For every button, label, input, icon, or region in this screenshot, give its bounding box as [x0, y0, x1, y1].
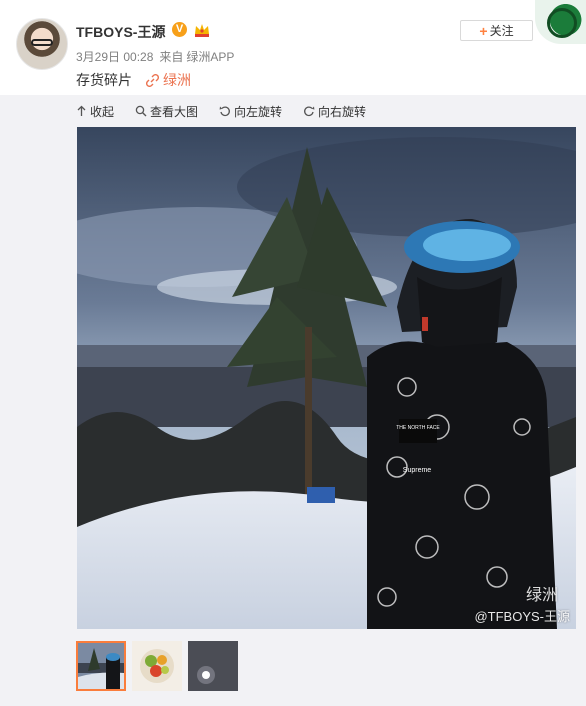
- post-text: 存货碎片: [76, 72, 132, 88]
- magnifier-icon: [135, 105, 147, 117]
- post-meta: 3月29日 00:28 来自 绿洲APP: [76, 48, 240, 65]
- crown-icon: [195, 24, 209, 37]
- rotate-right-button[interactable]: 向右旋转: [303, 103, 366, 120]
- corner-badge: [535, 0, 586, 44]
- post-link-label: 绿洲: [163, 72, 191, 88]
- rotate-right-label: 向右旋转: [318, 104, 367, 119]
- collapse-button[interactable]: 收起: [76, 103, 114, 120]
- view-large-label: 查看大图: [150, 104, 199, 119]
- rotate-left-icon: [219, 106, 230, 117]
- dark-thumb-image: [188, 641, 238, 691]
- snow-scene-image: THE NORTH FACE Supreme: [77, 127, 576, 629]
- post-date[interactable]: 3月29日 00:28: [76, 50, 153, 64]
- verified-badge-icon: V: [172, 22, 187, 37]
- post-photo[interactable]: THE NORTH FACE Supreme 绿洲 @TFBOYS-王源: [77, 127, 576, 629]
- follow-label: 关注: [489, 24, 514, 38]
- thumbnail-snow[interactable]: [76, 641, 126, 691]
- link-icon: [146, 73, 159, 87]
- brand-label-text: Supreme: [403, 467, 432, 474]
- thumbnail-strip: [76, 641, 244, 691]
- collapse-label: 收起: [90, 104, 115, 119]
- rotate-left-button[interactable]: 向左旋转: [219, 103, 282, 120]
- avatar[interactable]: [16, 18, 68, 70]
- plus-icon: +: [479, 22, 488, 39]
- rotate-left-label: 向左旋转: [234, 104, 283, 119]
- post-source[interactable]: 绿洲APP: [186, 50, 234, 64]
- follow-button[interactable]: + 关注: [460, 20, 533, 41]
- fruit-thumb-image: [132, 641, 182, 691]
- watermark-user: @TFBOYS-王源: [474, 609, 570, 624]
- watermark-app: 绿洲: [525, 587, 558, 604]
- snow-thumb-image: [78, 643, 124, 689]
- rotate-right-icon: [304, 106, 315, 117]
- post-link[interactable]: 绿洲: [146, 70, 191, 90]
- arrow-up-icon: [77, 105, 86, 116]
- source-prefix: 来自: [159, 50, 184, 64]
- brand-sign-text: THE NORTH FACE: [396, 425, 440, 431]
- user-name[interactable]: TFBOYS-王源: [76, 22, 165, 42]
- view-large-button[interactable]: 查看大图: [135, 103, 198, 120]
- media-toolbar: 收起 查看大图 向左旋转 向右旋转: [76, 103, 387, 119]
- thumbnail-fruit[interactable]: [132, 641, 182, 691]
- thumbnail-dark[interactable]: [188, 641, 238, 691]
